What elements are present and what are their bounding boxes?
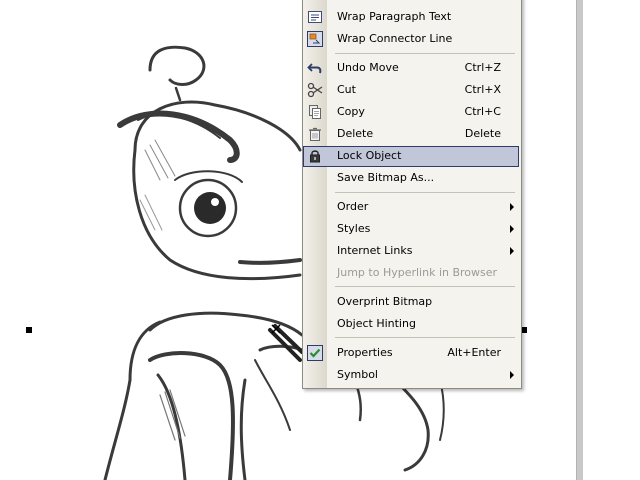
- wrap-connector-icon: [307, 31, 323, 47]
- context-menu: Wrap Paragraph Text Wrap Connector Line …: [302, 0, 522, 389]
- menu-highlight: [303, 146, 519, 167]
- menu-item-shortcut: Ctrl+X: [464, 83, 501, 96]
- menu-item-copy[interactable]: Copy Ctrl+C: [303, 102, 521, 123]
- menu-item-label: Symbol: [337, 368, 378, 381]
- menu-item-shortcut: Ctrl+Z: [464, 61, 501, 74]
- menu-item-jump-to-hyperlink: Jump to Hyperlink in Browser: [303, 263, 521, 284]
- menu-item-label: Order: [337, 200, 369, 213]
- menu-item-label: Wrap Connector Line: [337, 32, 453, 45]
- menu-separator: [335, 337, 515, 338]
- menu-item-properties[interactable]: Properties Alt+Enter: [303, 343, 521, 364]
- menu-separator: [335, 286, 515, 287]
- menu-separator: [335, 192, 515, 193]
- menu-item-order[interactable]: Order: [303, 197, 521, 218]
- menu-item-object-hinting[interactable]: Object Hinting: [303, 314, 521, 335]
- undo-icon: [307, 63, 322, 74]
- menu-item-label: Save Bitmap As...: [337, 171, 435, 184]
- menu-item-internet-links[interactable]: Internet Links: [303, 241, 521, 262]
- menu-item-wrap-connector-line[interactable]: Wrap Connector Line: [303, 29, 521, 50]
- menu-item-wrap-paragraph-text[interactable]: Wrap Paragraph Text: [303, 7, 521, 28]
- menu-item-label: Copy: [337, 105, 365, 118]
- menu-item-label: Object Hinting: [337, 317, 416, 330]
- checkmark-icon: [307, 345, 323, 361]
- menu-item-lock-object[interactable]: Lock Object: [303, 146, 521, 167]
- menu-item-label: Properties: [337, 346, 393, 359]
- menu-item-label: Delete: [337, 127, 374, 140]
- wrap-paragraph-icon: [308, 11, 322, 23]
- submenu-arrow-icon: [510, 247, 514, 255]
- selection-handle-left[interactable]: [26, 327, 32, 333]
- submenu-arrow-icon: [510, 203, 514, 211]
- menu-item-label: Undo Move: [337, 61, 399, 74]
- scissors-icon: [307, 82, 323, 98]
- submenu-arrow-icon: [510, 371, 514, 379]
- menu-item-label: Internet Links: [337, 244, 413, 257]
- menu-item-shortcut: Ctrl+C: [464, 105, 501, 118]
- menu-item-symbol[interactable]: Symbol: [303, 365, 521, 386]
- menu-item-undo-move[interactable]: Undo Move Ctrl+Z: [303, 58, 521, 79]
- menu-item-overprint-bitmap[interactable]: Overprint Bitmap: [303, 292, 521, 313]
- menu-item-styles[interactable]: Styles: [303, 219, 521, 240]
- vertical-scrollbar[interactable]: [576, 0, 583, 480]
- trash-icon: [309, 127, 321, 141]
- menu-item-save-bitmap-as[interactable]: Save Bitmap As...: [303, 168, 521, 189]
- menu-item-shortcut: Alt+Enter: [447, 346, 501, 359]
- menu-separator: [335, 53, 515, 54]
- menu-item-label: Styles: [337, 222, 371, 235]
- menu-item-delete[interactable]: Delete Delete: [303, 124, 521, 145]
- menu-item-cut[interactable]: Cut Ctrl+X: [303, 80, 521, 101]
- menu-item-label: Jump to Hyperlink in Browser: [337, 266, 498, 279]
- menu-item-label: Cut: [337, 83, 356, 96]
- copy-icon: [309, 105, 321, 119]
- lock-icon: [310, 150, 320, 163]
- menu-item-label: Lock Object: [337, 149, 402, 162]
- submenu-arrow-icon: [510, 225, 514, 233]
- menu-item-label: Wrap Paragraph Text: [337, 10, 452, 23]
- menu-item-label: Overprint Bitmap: [337, 295, 433, 308]
- menu-item-shortcut: Delete: [464, 127, 501, 140]
- center-x-marker: [271, 324, 281, 334]
